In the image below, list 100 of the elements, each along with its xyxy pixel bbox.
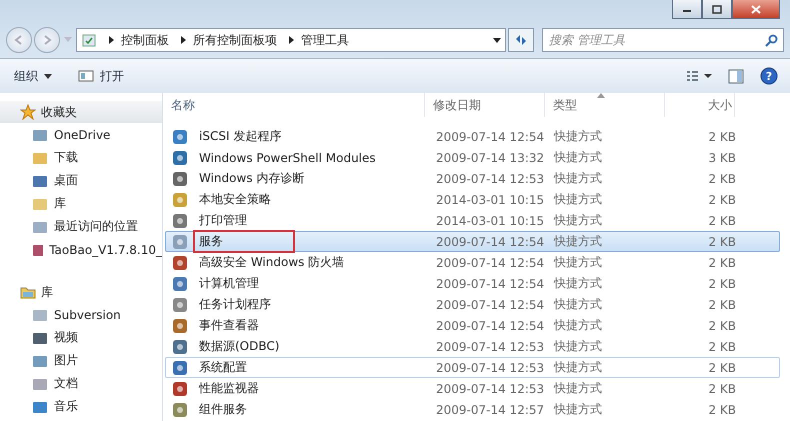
search-field[interactable]: 搜索 管理工具 [542, 28, 784, 52]
shortcut-icon [172, 150, 188, 166]
file-row[interactable]: 高级安全 Windows 防火墙 2009-07-14 12:54 快捷方式 2 KB [165, 252, 780, 273]
sidebar-group[interactable]: 收藏夹 [0, 101, 162, 123]
date-cell-text: 2009-07-14 12:54 [435, 276, 546, 290]
type-cell-text: 快捷方式 [552, 191, 603, 208]
organize-button[interactable]: 组织 [10, 66, 56, 86]
preview-pane-button[interactable] [726, 66, 746, 86]
open-button[interactable]: 打开 [74, 66, 128, 86]
type-cell-text: 快捷方式 [552, 254, 603, 271]
shortcut-icon [172, 192, 188, 208]
shortcut-icon [172, 128, 188, 144]
breadcrumb[interactable]: 控制面板 [121, 32, 169, 48]
shortcut-icon [172, 318, 188, 334]
window-icon [78, 70, 94, 82]
type-cell-text: 快捷方式 [552, 317, 603, 334]
shortcut-icon [172, 254, 188, 270]
size-cell-text: 2 KB [707, 382, 737, 396]
sidebar-item[interactable]: 图片 [0, 349, 162, 372]
sidebar-item[interactable]: 下载 [0, 146, 162, 169]
file-row[interactable]: 数据源(ODBC) 2009-07-14 12:53 快捷方式 2 KB [165, 336, 780, 357]
date-cell-text: 2009-07-14 12:54 [435, 234, 546, 248]
size-cell-text: 2 KB [707, 360, 737, 374]
file-row[interactable]: 事件查看器 2009-07-14 12:54 快捷方式 2 KB [165, 315, 780, 336]
sidebar-item[interactable]: 音乐 [0, 395, 162, 418]
date-cell-text: 2009-07-14 12:54 [435, 318, 546, 332]
size-cell-text: 3 KB [707, 150, 737, 164]
column-header[interactable]: 大小 [665, 93, 735, 117]
type-cell-text: 快捷方式 [552, 212, 603, 229]
file-name: iSCSI 发起程序 [198, 128, 282, 145]
shortcut-icon [172, 338, 188, 354]
file-name: 高级安全 Windows 防火墙 [198, 254, 346, 271]
file-name: Windows 内存诊断 [198, 170, 306, 187]
file-row[interactable]: 系统配置 2009-07-14 12:53 快捷方式 2 KB [165, 357, 780, 378]
address-bar[interactable]: 控制面板 所有控制面板项 管理工具 [76, 28, 506, 52]
column-header[interactable]: 修改日期 [425, 93, 545, 117]
refresh-icon [514, 34, 528, 46]
file-row[interactable]: Windows 内存诊断 2009-07-14 12:53 快捷方式 2 KB [165, 168, 780, 189]
maximize-button[interactable] [702, 0, 732, 19]
preview-pane-icon [728, 68, 744, 84]
shortcut-icon [172, 234, 188, 250]
file-row[interactable]: 本地安全策略 2014-03-01 10:15 快捷方式 2 KB [165, 189, 780, 210]
date-cell-text: 2009-07-14 13:32 [435, 150, 546, 164]
maximize-icon [712, 4, 722, 14]
sidebar-item[interactable]: TaoBao_V1.7.8.10_ [0, 238, 162, 261]
file-name: 性能监视器 [198, 380, 260, 397]
sidebar-item[interactable]: 库 [0, 192, 162, 215]
file-row[interactable]: 打印管理 2014-03-01 10:15 快捷方式 2 KB [165, 210, 780, 231]
type-cell-text: 快捷方式 [552, 380, 603, 397]
minimize-button[interactable] [672, 0, 702, 19]
sidebar-item[interactable]: Subversion [0, 303, 162, 326]
chevron-icon [289, 36, 295, 44]
size-cell-text: 2 KB [707, 276, 737, 290]
file-row[interactable]: 组件服务 2009-07-14 12:57 快捷方式 2 KB [165, 399, 780, 420]
close-button[interactable] [732, 0, 780, 19]
type-cell-text: 快捷方式 [552, 359, 603, 376]
search-icon [765, 34, 778, 47]
type-cell-text: 快捷方式 [552, 128, 603, 145]
size-cell-text: 2 KB [707, 318, 737, 332]
shortcut-icon [172, 296, 188, 312]
shortcut-icon [172, 380, 188, 396]
star-icon [20, 104, 36, 120]
file-row[interactable]: 任务计划程序 2009-07-14 12:54 快捷方式 2 KB [165, 294, 780, 315]
file-name: Windows PowerShell Modules [198, 150, 377, 166]
type-cell-text: 快捷方式 [552, 296, 603, 313]
file-name: 打印管理 [198, 212, 248, 229]
file-row[interactable]: 服务 2009-07-14 12:54 快捷方式 2 KB [165, 231, 780, 252]
file-row[interactable]: Windows PowerShell Modules 2009-07-14 13:32 快捷方式 3 KB [165, 147, 780, 168]
shortcut-icon [172, 276, 188, 292]
date-cell-text: 2009-07-14 12:53 [435, 360, 546, 374]
sidebar-group[interactable]: 库 [0, 281, 162, 303]
breadcrumb[interactable]: 管理工具 [301, 32, 349, 48]
sidebar-item[interactable]: 最近访问的位置 [0, 215, 162, 238]
file-row[interactable]: 计算机管理 2009-07-14 12:54 快捷方式 2 KB [165, 273, 780, 294]
size-cell-text: 2 KB [707, 172, 737, 186]
control-panel-icon [81, 32, 97, 48]
size-cell-text: 2 KB [707, 192, 737, 206]
chevron-icon [181, 36, 187, 44]
file-row[interactable]: iSCSI 发起程序 2009-07-14 12:54 快捷方式 2 KB [165, 126, 780, 147]
date-cell-text: 2009-07-14 12:54 [435, 256, 546, 270]
file-name: 计算机管理 [198, 275, 260, 292]
column-header[interactable]: 名称 [163, 93, 425, 117]
type-cell-text: 快捷方式 [552, 401, 603, 418]
caret-icon [44, 74, 52, 78]
chevron-icon [109, 36, 115, 44]
column-header[interactable]: 类型 [545, 93, 665, 117]
date-cell-text: 2009-07-14 12:57 [435, 402, 546, 416]
shortcut-icon [172, 212, 188, 228]
breadcrumb[interactable]: 所有控制面板项 [193, 32, 277, 48]
caret-icon [493, 38, 501, 42]
file-name: 本地安全策略 [198, 191, 272, 208]
sidebar-item[interactable]: OneDrive [0, 123, 162, 146]
size-cell-text: 2 KB [707, 402, 737, 416]
sidebar-item[interactable]: 桌面 [0, 169, 162, 192]
type-cell-text: 快捷方式 [552, 338, 603, 355]
file-name: 服务 [193, 230, 295, 253]
refresh-button[interactable] [508, 28, 534, 52]
sidebar-item[interactable]: 文档 [0, 372, 162, 395]
sidebar-item[interactable]: 视频 [0, 326, 162, 349]
file-row[interactable]: 性能监视器 2009-07-14 12:53 快捷方式 2 KB [165, 378, 780, 399]
